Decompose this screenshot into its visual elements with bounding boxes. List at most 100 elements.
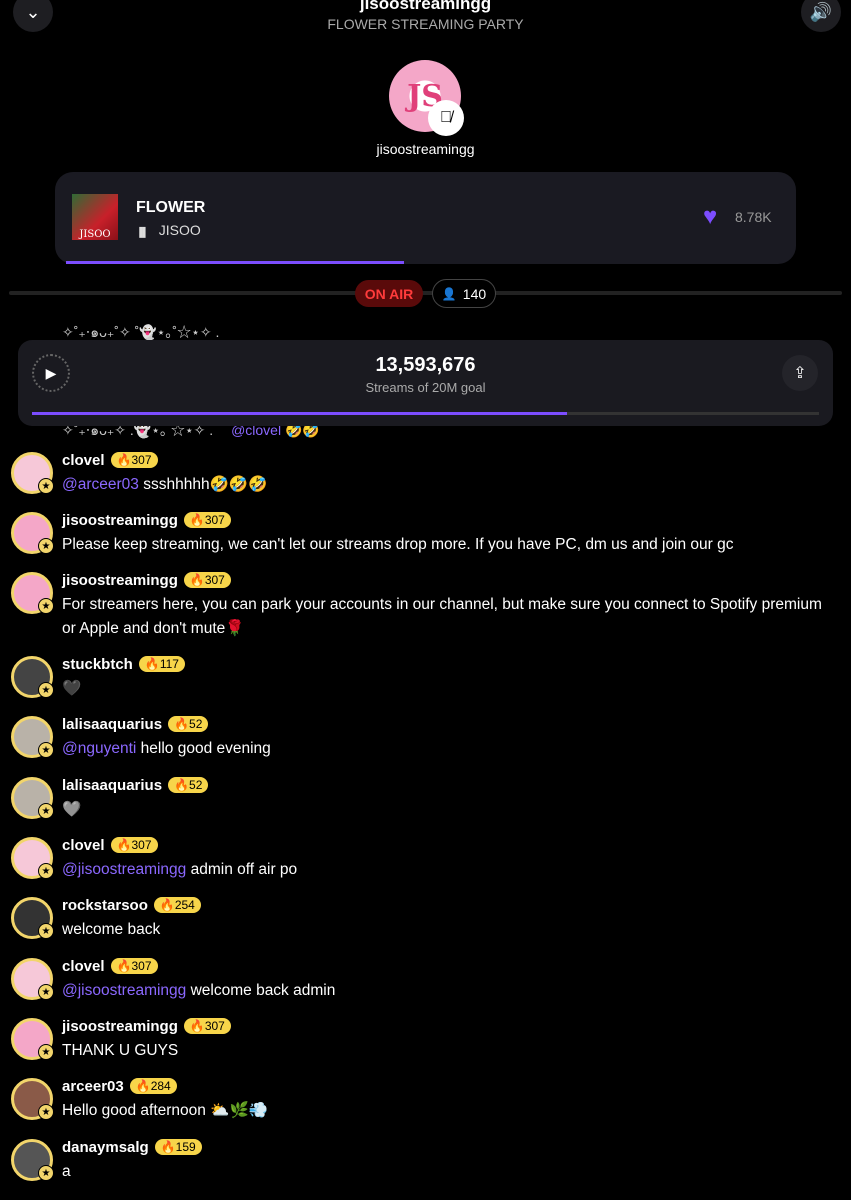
username-text: jisoostreamingg [62, 512, 178, 529]
username-text: danaymsalg [62, 1139, 149, 1156]
mic-muted-icon: 🎙̸ [428, 100, 464, 136]
username[interactable]: jisoostreamingg 🔥307 [62, 1018, 231, 1035]
level-number: 52 [189, 778, 203, 792]
mention[interactable]: @arceer03 [62, 476, 139, 493]
now-playing-card[interactable]: JISOO FLOWER ▐▌ JISOO ♥ 8.78K [55, 172, 796, 264]
message-text: @nguyenti hello good evening [62, 737, 822, 761]
fire-icon: 🔥 [159, 898, 175, 912]
share-button[interactable]: ⇪ [782, 355, 818, 391]
level-badge: 🔥307 [110, 452, 158, 468]
star-icon: ★ [38, 478, 54, 494]
level-number: 284 [150, 1079, 171, 1093]
star-icon: ★ [38, 803, 54, 819]
message-text: @jisoostreamingg admin off air po [62, 858, 822, 882]
username[interactable]: clovel 🔥307 [62, 958, 158, 975]
level-badge: 🔥254 [153, 897, 201, 913]
listener-number: 140 [462, 285, 487, 302]
fire-icon: 🔥 [189, 1019, 205, 1033]
level-badge: 🔥307 [110, 958, 158, 974]
listener-count[interactable]: 👤 140 [432, 279, 496, 308]
level-badge: 🔥284 [129, 1078, 177, 1094]
message-body: Hello good afternoon ⛅🌿💨 [62, 1102, 269, 1119]
username[interactable]: jisoostreamingg 🔥307 [62, 572, 231, 589]
host-name: jisoostreamingg [376, 141, 475, 157]
heart-icon[interactable]: ♥ [703, 203, 717, 231]
equalizer-icon: ▐▌ [136, 227, 149, 237]
username-text: jisoostreamingg [62, 1018, 178, 1035]
username-text: lalisaaquarius [62, 716, 163, 733]
level-badge: 🔥52 [168, 777, 209, 793]
message-body: hello good evening [136, 740, 271, 757]
star-icon: ★ [38, 742, 54, 758]
username-text: jisoostreamingg [62, 572, 178, 589]
level-badge: 🔥117 [138, 656, 185, 672]
username-text: rockstarsoo [62, 897, 148, 914]
message-body: a [62, 1163, 71, 1180]
stream-count: 13,593,676 [375, 354, 476, 376]
username-text: clovel [62, 837, 105, 854]
level-badge: 🔥307 [183, 1018, 231, 1034]
on-air-badge: ON AIR [355, 280, 423, 307]
username[interactable]: stuckbtch 🔥117 [62, 656, 185, 673]
song-title: FLOWER [136, 199, 206, 216]
message-text: Hello good afternoon ⛅🌿💨 [62, 1099, 822, 1123]
username[interactable]: arceer03 🔥284 [62, 1078, 177, 1095]
fire-icon: 🔥 [189, 573, 205, 587]
username[interactable]: jisoostreamingg 🔥307 [62, 512, 231, 529]
level-number: 307 [204, 513, 225, 527]
star-icon: ★ [38, 538, 54, 554]
message-text: a [62, 1160, 822, 1184]
level-number: 307 [204, 1019, 225, 1033]
mention[interactable]: @jisoostreamingg [62, 982, 186, 999]
username[interactable]: lalisaaquarius 🔥52 [62, 777, 209, 794]
username-text: lalisaaquarius [62, 777, 163, 794]
level-badge: 🔥307 [183, 512, 231, 528]
fire-icon: 🔥 [135, 1079, 151, 1093]
message-body: ssshhhhh🤣🤣🤣 [138, 476, 268, 493]
message-body: Please keep streaming, we can't let our … [62, 536, 734, 553]
message-text: 🖤 [62, 677, 822, 701]
message-text: Please keep streaming, we can't let our … [62, 533, 822, 557]
mention[interactable]: @nguyenti [62, 740, 136, 757]
fire-icon: 🔥 [116, 959, 132, 973]
fire-icon: 🔥 [174, 778, 190, 792]
level-number: 307 [131, 838, 152, 852]
speaker-icon: 🔊 [809, 1, 833, 22]
message-text: For streamers here, you can park your ac… [62, 593, 822, 641]
divider [9, 291, 842, 295]
level-badge: 🔥159 [154, 1139, 202, 1155]
song-progress [66, 261, 786, 264]
username[interactable]: lalisaaquarius 🔥52 [62, 716, 209, 733]
username[interactable]: danaymsalg 🔥159 [62, 1139, 202, 1156]
like-count: 8.78K [735, 209, 772, 225]
stream-progress [32, 412, 819, 415]
username-text: clovel [62, 452, 105, 469]
star-icon: ★ [38, 1044, 54, 1060]
message-text: @arceer03 ssshhhhh🤣🤣🤣 [62, 473, 822, 497]
room-subtitle: FLOWER STREAMING PARTY [327, 16, 524, 32]
message-text: welcome back [62, 918, 822, 942]
level-badge: 🔥307 [110, 837, 158, 853]
username[interactable]: clovel 🔥307 [62, 837, 158, 854]
star-icon: ★ [38, 984, 54, 1000]
stream-progress-fill [32, 412, 568, 415]
username[interactable]: clovel 🔥307 [62, 452, 158, 469]
message-body: THANK U GUYS [62, 1042, 179, 1059]
album-cover: JISOO [72, 194, 118, 240]
share-icon: ⇪ [793, 365, 807, 382]
star-icon: ★ [38, 598, 54, 614]
level-number: 307 [204, 573, 225, 587]
level-number: 307 [131, 453, 152, 467]
fire-icon: 🔥 [144, 657, 160, 671]
fire-icon: 🔥 [189, 513, 205, 527]
fire-icon: 🔥 [116, 453, 132, 467]
message-body: For streamers here, you can park your ac… [62, 596, 822, 637]
mention[interactable]: @jisoostreamingg [62, 861, 186, 878]
star-icon: ★ [38, 682, 54, 698]
star-icon: ★ [38, 1104, 54, 1120]
level-badge: 🔥307 [183, 572, 231, 588]
person-icon: 👤 [441, 286, 457, 301]
stream-goal-card: ▶ 13,593,676 Streams of 20M goal ⇪ [18, 340, 833, 426]
username[interactable]: rockstarsoo 🔥254 [62, 897, 201, 914]
star-icon: ★ [38, 923, 54, 939]
